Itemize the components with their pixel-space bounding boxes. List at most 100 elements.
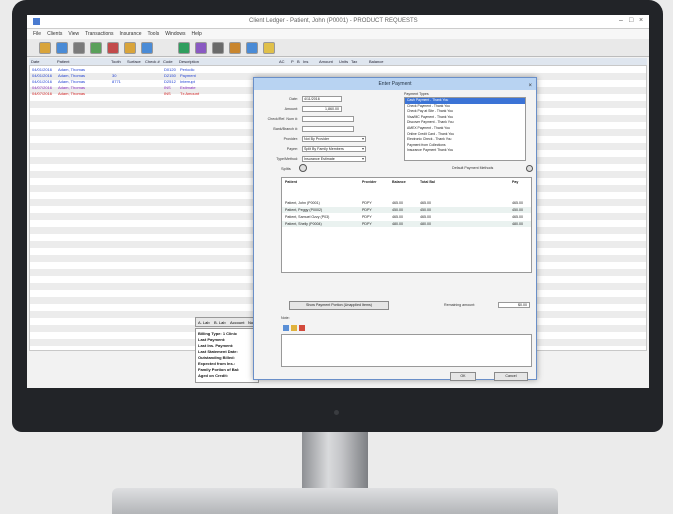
- ledger-cell-tooth: 8771: [112, 79, 121, 84]
- delete-icon[interactable]: [124, 42, 136, 54]
- column-header-balance[interactable]: Balance: [369, 59, 383, 64]
- payment-type-item[interactable]: Insurance Payment Thank You: [405, 148, 525, 154]
- user-icon[interactable]: [229, 42, 241, 54]
- column-header-ins[interactable]: Ins: [303, 59, 308, 64]
- type-method-select[interactable]: Insurance Estimate: [302, 156, 366, 162]
- show-payment-portion-button[interactable]: Show Payment Portion (Unapplied Items): [289, 301, 389, 310]
- group-icon[interactable]: [246, 42, 258, 54]
- ok-button[interactable]: OK: [450, 372, 476, 381]
- split-row[interactable]: Patient, Peggy (P0002) PDPY 450.00 450.00 45…: [282, 207, 531, 213]
- window-title: Client Ledger - Patient, John (P0001) - …: [249, 18, 418, 24]
- ledger-cell-description: Interrupt: [180, 79, 195, 84]
- save-icon[interactable]: [56, 42, 68, 54]
- split-row[interactable]: Patient, John (P0001) PDPY 465.00 465.00 465…: [282, 200, 531, 206]
- column-header-tooth[interactable]: Tooth: [111, 59, 121, 64]
- help-icon[interactable]: [263, 42, 275, 54]
- column-header-date[interactable]: Date: [31, 59, 39, 64]
- account-detail-line: Expected from Ins.:: [198, 361, 236, 366]
- chart-icon[interactable]: [195, 42, 207, 54]
- menu-item-view[interactable]: View: [68, 31, 79, 37]
- tab-b-lab[interactable]: B. Lab: [214, 320, 226, 325]
- split-cell-patient: Patient, Shelly (P0004): [285, 222, 322, 226]
- column-header-tax[interactable]: Tax: [351, 59, 357, 64]
- payee-select[interactable]: Split By Family Members: [302, 146, 366, 152]
- column-header-units[interactable]: Units: [339, 59, 348, 64]
- monitor-stand-base: [112, 488, 558, 514]
- enter-payment-dialog: Enter Payment × Date: 4/11/2016 Amount: …: [253, 77, 537, 381]
- splits-settings-icon[interactable]: [299, 164, 307, 172]
- payment-settings-icon[interactable]: [526, 165, 533, 172]
- check-number-field[interactable]: [302, 116, 354, 122]
- grid-header-pay[interactable]: Pay: [512, 180, 518, 184]
- bank-branch-label: Bank/Branch #:: [273, 127, 298, 131]
- grid-header-provider[interactable]: Provider: [362, 180, 377, 184]
- tab-account[interactable]: Account: [230, 320, 244, 325]
- split-cell-total: 480.00: [420, 222, 431, 226]
- account-detail-line: Last Statement Date:: [198, 349, 238, 354]
- column-header-p[interactable]: P: [291, 59, 294, 64]
- print-icon[interactable]: [73, 42, 85, 54]
- amount-field[interactable]: 1,860.00: [302, 106, 342, 112]
- split-cell-provider: PDPY: [362, 201, 372, 205]
- menu-item-help[interactable]: Help: [192, 31, 202, 37]
- ledger-cell-patient: Adam, Thomas: [58, 79, 86, 84]
- account-detail-panel: Billing Type: 1 Clinic Last Payment: Last …: [195, 328, 259, 383]
- search-icon[interactable]: [90, 42, 102, 54]
- power-indicator: [334, 410, 339, 415]
- split-cell-patient: Patient, John (P0001): [285, 201, 320, 205]
- column-header-check[interactable]: Check #: [145, 59, 160, 64]
- provider-select[interactable]: Not By Provider: [302, 136, 366, 142]
- menu-item-transactions[interactable]: Transactions: [85, 31, 113, 37]
- settings-icon[interactable]: [212, 42, 224, 54]
- grid-header-balance[interactable]: Balance: [392, 180, 406, 184]
- column-header-patient[interactable]: Patient: [57, 59, 69, 64]
- grid-header-totalbal[interactable]: Total Bal: [420, 180, 435, 184]
- edit-icon[interactable]: [107, 42, 119, 54]
- refresh-icon[interactable]: [141, 42, 153, 54]
- minimize-button[interactable]: –: [619, 17, 623, 24]
- account-detail-line: Last Ins. Payment:: [198, 343, 234, 348]
- column-header-amount[interactable]: Amount: [319, 59, 333, 64]
- menu-item-insurance[interactable]: Insurance: [120, 31, 142, 37]
- account-detail-line: Billing Type: 1 Clinic: [198, 331, 238, 336]
- date-field[interactable]: 4/11/2016: [302, 96, 342, 102]
- tab-a-lab[interactable]: A. Lab: [198, 320, 210, 325]
- dialog-close-button[interactable]: ×: [528, 80, 532, 92]
- payment-types-label: Payment Types: [404, 92, 429, 96]
- note-flag-icon[interactable]: [299, 325, 305, 331]
- split-row[interactable]: Patient, Shelly (P0004) PDPY 480.00 480.00 4…: [282, 221, 531, 227]
- note-doc-icon[interactable]: [283, 325, 289, 331]
- note-field[interactable]: [281, 334, 532, 367]
- open-icon[interactable]: [39, 42, 51, 54]
- menu-item-file[interactable]: File: [33, 31, 41, 37]
- column-header-b[interactable]: B: [297, 59, 300, 64]
- split-cell-total: 450.00: [420, 208, 431, 212]
- cancel-button[interactable]: Cancel: [494, 372, 528, 381]
- column-header-description[interactable]: Description: [179, 59, 199, 64]
- maximize-button[interactable]: □: [629, 17, 633, 24]
- split-cell-pay: 450.00: [512, 208, 523, 212]
- default-payment-methods-label: Default Payment Methods: [452, 166, 494, 170]
- column-header-code[interactable]: Code: [163, 59, 173, 64]
- ledger-cell-description: Estimate: [180, 85, 196, 90]
- split-row[interactable]: Patient, Samuel Ozzy (P03) PDPY 465.00 465.…: [282, 214, 531, 220]
- menu-item-windows[interactable]: Windows: [165, 31, 185, 37]
- menu-item-tools[interactable]: Tools: [148, 31, 160, 37]
- menu-item-clients[interactable]: Clients: [47, 31, 62, 37]
- split-cell-balance: 465.00: [392, 215, 403, 219]
- grid-header-patient[interactable]: Patient: [285, 180, 297, 184]
- account-detail-line: Last Payment:: [198, 337, 226, 342]
- money-icon[interactable]: [178, 42, 190, 54]
- column-header-surface[interactable]: Surface: [127, 59, 141, 64]
- split-cell-total: 465.00: [420, 215, 431, 219]
- provider-label: Provider:: [283, 137, 298, 141]
- ledger-header: Date Patient Tooth Surface Check # Code Descri…: [29, 58, 647, 65]
- payment-type-list[interactable]: Cash Payment - Thank You Check Payment - …: [404, 97, 526, 161]
- close-button[interactable]: ×: [639, 17, 643, 24]
- note-edit-icon[interactable]: [291, 325, 297, 331]
- splits-grid[interactable]: Patient Provider Balance Total Bal Pay Patien…: [281, 177, 532, 273]
- column-header-ac[interactable]: AC: [279, 59, 285, 64]
- ledger-cell-tooth: 30: [112, 73, 117, 78]
- splits-label: Splits: [281, 166, 291, 171]
- bank-branch-field[interactable]: [302, 126, 354, 132]
